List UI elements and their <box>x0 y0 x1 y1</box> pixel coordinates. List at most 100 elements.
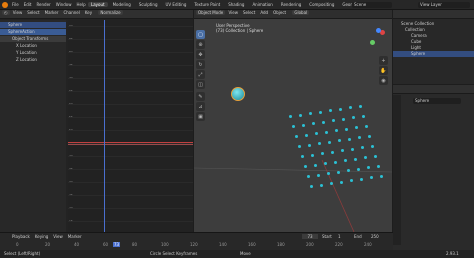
sphere-instance[interactable] <box>302 123 305 127</box>
sphere-instance[interactable] <box>371 144 374 148</box>
menu-help[interactable]: Help <box>76 2 85 7</box>
sphere-instance[interactable] <box>374 154 377 158</box>
sphere-instance[interactable] <box>327 172 330 175</box>
channel-z-location[interactable]: Z Location <box>0 57 66 63</box>
sphere-instance[interactable] <box>354 157 357 161</box>
outliner-sphere[interactable]: Sphere <box>393 51 474 57</box>
sphere-instance[interactable] <box>358 136 361 139</box>
sphere-instance[interactable] <box>309 112 312 115</box>
channel-object-transforms[interactable]: Object Transforms <box>0 36 66 42</box>
sphere-instance[interactable] <box>335 129 338 132</box>
sphere-instance[interactable] <box>301 155 304 158</box>
pan-icon[interactable]: ✋ <box>379 66 388 75</box>
sphere-instance[interactable] <box>339 107 342 111</box>
outliner-light[interactable]: Light <box>411 45 421 50</box>
sphere-instance[interactable] <box>325 130 328 134</box>
outliner-scene-collection[interactable]: Scene Collection <box>401 21 434 26</box>
timeline-ruler[interactable]: 0 20 40 60 80 100 120 140 160 180 200 220 240 73 <box>0 242 393 250</box>
sphere-instance[interactable] <box>289 115 292 118</box>
outliner-collection[interactable]: Collection <box>405 27 425 32</box>
tab-texture-paint[interactable]: Texture Paint <box>191 2 223 7</box>
sphere-instance[interactable] <box>370 176 373 179</box>
sphere-instance[interactable] <box>319 110 322 114</box>
sphere-instance[interactable] <box>350 179 353 182</box>
tab-animation[interactable]: Animation <box>249 2 275 7</box>
graph-menu-key[interactable]: Key <box>85 10 92 15</box>
y-axis-icon[interactable] <box>370 40 375 45</box>
tab-sculpting[interactable]: Sculpting <box>136 2 161 7</box>
sphere-instance[interactable] <box>341 149 344 152</box>
timeline-playhead[interactable]: 73 <box>113 242 121 247</box>
sphere-instance[interactable] <box>347 169 350 172</box>
object-name-field[interactable]: Sphere <box>413 98 461 104</box>
sphere-instance[interactable] <box>310 185 313 188</box>
zoom-icon[interactable]: + <box>379 56 388 65</box>
sphere-instance[interactable] <box>298 145 301 148</box>
sphere-instance[interactable] <box>315 132 318 135</box>
sphere-instance[interactable] <box>368 134 371 138</box>
sphere-instance[interactable] <box>345 127 348 131</box>
sphere-instance[interactable] <box>365 124 368 128</box>
sphere-instance[interactable] <box>305 133 308 137</box>
outliner-cube[interactable]: Cube <box>411 39 421 44</box>
start-frame-field[interactable]: 1 <box>338 234 341 239</box>
camera-view-icon[interactable]: ◉ <box>379 76 388 85</box>
sphere-instance[interactable] <box>321 152 324 155</box>
sphere-instance[interactable] <box>357 167 360 171</box>
sphere-instance[interactable] <box>307 175 310 178</box>
z-axis-icon[interactable] <box>376 28 381 33</box>
editor-type-icon[interactable]: ◴ <box>2 10 10 15</box>
sphere-instance[interactable] <box>331 150 334 154</box>
sphere-instance[interactable] <box>361 146 364 149</box>
sphere-instance[interactable] <box>329 109 332 112</box>
sphere-instance[interactable] <box>349 106 352 109</box>
sphere-instance[interactable] <box>380 174 383 178</box>
channel-x-location[interactable]: X Location <box>0 43 66 49</box>
sphere-instance[interactable] <box>312 122 315 125</box>
sphere-instance[interactable] <box>359 104 362 108</box>
sphere-instance[interactable] <box>364 156 367 159</box>
sphere-instance[interactable] <box>292 125 295 128</box>
sphere-instance[interactable] <box>340 180 343 184</box>
scene-selector[interactable]: Scene <box>352 2 392 8</box>
graph-canvas[interactable]: 90858075706560555045403530252015 <box>68 20 193 232</box>
sphere-instance[interactable] <box>338 139 341 142</box>
timeline-menu-playback[interactable]: Playback <box>12 234 30 239</box>
sphere-instance[interactable] <box>344 159 347 162</box>
tab-layout[interactable]: Layout <box>88 2 108 7</box>
sphere-instance[interactable] <box>330 182 333 185</box>
sphere-instance[interactable] <box>311 153 314 157</box>
sphere-instance[interactable] <box>317 173 320 177</box>
tab-rendering[interactable]: Rendering <box>278 2 304 7</box>
tab-shading[interactable]: Shading <box>225 2 247 7</box>
tab-modeling[interactable]: Modeling <box>110 2 134 7</box>
timeline-menu-marker[interactable]: Marker <box>68 234 82 239</box>
menu-render[interactable]: Render <box>36 2 50 7</box>
sphere-instance[interactable] <box>324 162 327 165</box>
sphere-instance[interactable] <box>308 143 311 147</box>
menu-edit[interactable]: Edit <box>24 2 32 7</box>
sphere-array[interactable] <box>289 104 383 195</box>
sphere-instance[interactable] <box>295 135 298 138</box>
sphere-instance[interactable] <box>320 183 323 187</box>
sphere-instance[interactable] <box>332 119 335 122</box>
3d-viewport[interactable]: Object Mode View Select Add Object Global U… <box>194 10 392 232</box>
timeline-menu-keying[interactable]: Keying <box>35 234 48 239</box>
sphere-instance[interactable] <box>367 166 370 169</box>
sphere-instance[interactable] <box>337 170 340 174</box>
blender-logo-icon[interactable] <box>2 2 8 8</box>
outliner-camera[interactable]: Camera <box>411 33 427 38</box>
sphere-instance[interactable] <box>362 114 365 118</box>
tab-compositing[interactable]: Compositing <box>306 2 337 7</box>
sphere-instance[interactable] <box>360 177 363 181</box>
sphere-instance[interactable] <box>322 120 325 124</box>
sphere-instance[interactable] <box>351 147 354 151</box>
sphere-instance[interactable] <box>304 165 307 168</box>
playhead-line[interactable] <box>104 20 105 232</box>
sphere-instance[interactable] <box>328 140 331 144</box>
normalize-toggle[interactable]: Normalize <box>98 10 123 15</box>
menu-window[interactable]: Window <box>56 2 72 7</box>
sphere-instance[interactable] <box>377 164 380 168</box>
sphere-instance[interactable] <box>334 160 337 164</box>
menu-file[interactable]: File <box>12 2 19 7</box>
